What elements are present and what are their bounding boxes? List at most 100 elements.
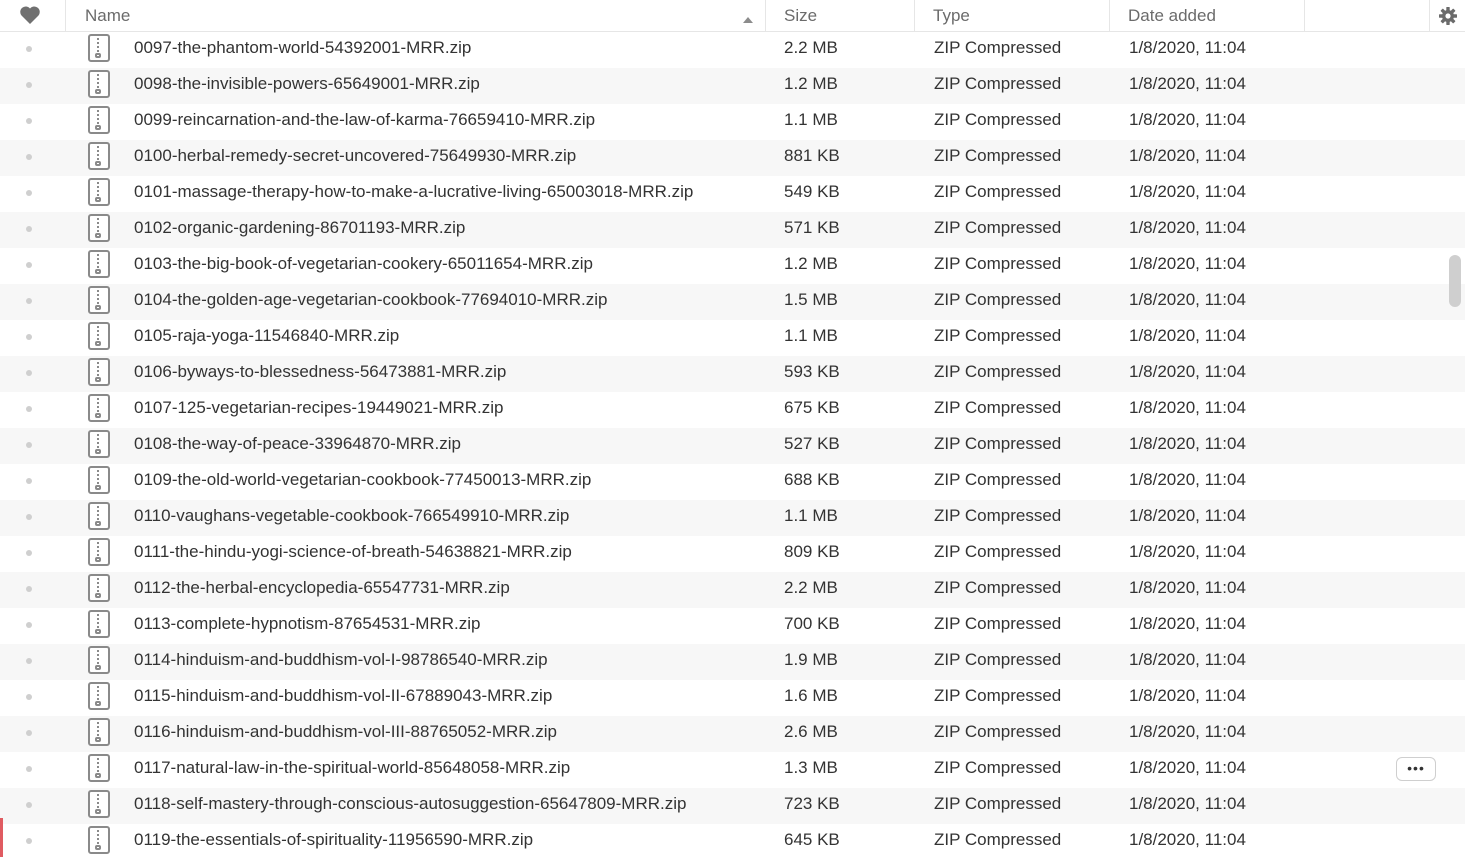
file-row[interactable]: 0100-herbal-remedy-secret-uncovered-7564…: [0, 140, 1465, 176]
gear-icon[interactable]: [1438, 6, 1458, 26]
file-name[interactable]: 0097-the-phantom-world-54392001-MRR.zip: [134, 32, 471, 68]
file-name[interactable]: 0098-the-invisible-powers-65649001-MRR.z…: [134, 68, 480, 104]
file-type: ZIP Compressed: [934, 758, 1062, 777]
file-type: ZIP Compressed: [934, 38, 1062, 57]
file-name[interactable]: 0117-natural-law-in-the-spiritual-world-…: [134, 752, 570, 788]
favorite-toggle-dot[interactable]: [26, 154, 32, 160]
file-name[interactable]: 0115-hinduism-and-buddhism-vol-II-678890…: [134, 680, 552, 716]
file-row[interactable]: 0104-the-golden-age-vegetarian-cookbook-…: [0, 284, 1465, 320]
file-row[interactable]: 0114-hinduism-and-buddhism-vol-I-9878654…: [0, 644, 1465, 680]
date-added-column-header[interactable]: Date added: [1128, 0, 1216, 31]
favorite-toggle-dot[interactable]: [26, 694, 32, 700]
file-name[interactable]: 0110-vaughans-vegetable-cookbook-7665499…: [134, 500, 569, 536]
file-row[interactable]: 0099-reincarnation-and-the-law-of-karma-…: [0, 104, 1465, 140]
file-row[interactable]: 0102-organic-gardening-86701193-MRR.zip 5…: [0, 212, 1465, 248]
file-row[interactable]: 0117-natural-law-in-the-spiritual-world-…: [0, 752, 1465, 788]
file-name[interactable]: 0111-the-hindu-yogi-science-of-breath-54…: [134, 536, 572, 572]
file-row[interactable]: 0112-the-herbal-encyclopedia-65547731-MR…: [0, 572, 1465, 608]
file-name[interactable]: 0114-hinduism-and-buddhism-vol-I-9878654…: [134, 644, 548, 680]
vertical-scrollbar[interactable]: [1449, 255, 1461, 307]
file-row[interactable]: 0115-hinduism-and-buddhism-vol-II-678890…: [0, 680, 1465, 716]
favorite-toggle-dot[interactable]: [26, 622, 32, 628]
file-row[interactable]: 0118-self-mastery-through-conscious-auto…: [0, 788, 1465, 824]
favorite-toggle-dot[interactable]: [26, 514, 32, 520]
column-divider: [1429, 0, 1430, 31]
file-type: ZIP Compressed: [934, 578, 1062, 597]
favorite-toggle-dot[interactable]: [26, 406, 32, 412]
favorite-toggle-dot[interactable]: [26, 46, 32, 52]
file-name[interactable]: 0107-125-vegetarian-recipes-19449021-MRR…: [134, 392, 503, 428]
favorite-toggle-dot[interactable]: [26, 298, 32, 304]
file-row[interactable]: 0110-vaughans-vegetable-cookbook-7665499…: [0, 500, 1465, 536]
file-row[interactable]: 0101-massage-therapy-how-to-make-a-lucra…: [0, 176, 1465, 212]
file-row[interactable]: 0109-the-old-world-vegetarian-cookbook-7…: [0, 464, 1465, 500]
heart-icon[interactable]: [19, 5, 41, 25]
favorite-toggle-dot[interactable]: [26, 226, 32, 232]
file-name[interactable]: 0102-organic-gardening-86701193-MRR.zip: [134, 212, 465, 248]
file-date-added: 1/8/2020, 11:04: [1129, 326, 1246, 345]
column-divider[interactable]: [765, 0, 766, 31]
file-row[interactable]: 0113-complete-hypnotism-87654531-MRR.zip…: [0, 608, 1465, 644]
file-size: 881 KB: [784, 146, 840, 165]
file-name[interactable]: 0118-self-mastery-through-conscious-auto…: [134, 788, 686, 824]
file-name[interactable]: 0103-the-big-book-of-vegetarian-cookery-…: [134, 248, 593, 284]
favorite-toggle-dot[interactable]: [26, 370, 32, 376]
file-name[interactable]: 0105-raja-yoga-11546840-MRR.zip: [134, 320, 399, 356]
file-type: ZIP Compressed: [934, 362, 1062, 381]
favorite-toggle-dot[interactable]: [26, 586, 32, 592]
file-row[interactable]: 0107-125-vegetarian-recipes-19449021-MRR…: [0, 392, 1465, 428]
more-options-button[interactable]: •••: [1396, 757, 1436, 781]
file-name[interactable]: 0100-herbal-remedy-secret-uncovered-7564…: [134, 140, 576, 176]
favorite-toggle-dot[interactable]: [26, 442, 32, 448]
file-row[interactable]: 0097-the-phantom-world-54392001-MRR.zip 2…: [0, 32, 1465, 68]
file-type: ZIP Compressed: [934, 686, 1062, 705]
file-name[interactable]: 0101-massage-therapy-how-to-make-a-lucra…: [134, 176, 693, 212]
file-row[interactable]: 0108-the-way-of-peace-33964870-MRR.zip 52…: [0, 428, 1465, 464]
zip-file-icon: [88, 34, 110, 62]
favorite-toggle-dot[interactable]: [26, 262, 32, 268]
column-divider[interactable]: [65, 0, 66, 31]
sort-ascending-icon[interactable]: [742, 11, 754, 23]
file-name[interactable]: 0119-the-essentials-of-spirituality-1195…: [134, 824, 533, 860]
file-type: ZIP Compressed: [934, 218, 1062, 237]
file-name[interactable]: 0108-the-way-of-peace-33964870-MRR.zip: [134, 428, 461, 464]
file-row[interactable]: 0103-the-big-book-of-vegetarian-cookery-…: [0, 248, 1465, 284]
file-name[interactable]: 0104-the-golden-age-vegetarian-cookbook-…: [134, 284, 607, 320]
column-divider[interactable]: [1109, 0, 1110, 31]
favorite-toggle-dot[interactable]: [26, 658, 32, 664]
name-column-header[interactable]: Name: [85, 0, 130, 31]
file-name[interactable]: 0106-byways-to-blessedness-56473881-MRR.…: [134, 356, 506, 392]
file-row[interactable]: 0111-the-hindu-yogi-science-of-breath-54…: [0, 536, 1465, 572]
file-row[interactable]: 0105-raja-yoga-11546840-MRR.zip 1.1 MB ZIP…: [0, 320, 1465, 356]
file-name[interactable]: 0099-reincarnation-and-the-law-of-karma-…: [134, 104, 595, 140]
favorite-toggle-dot[interactable]: [26, 550, 32, 556]
favorite-toggle-dot[interactable]: [26, 190, 32, 196]
file-row[interactable]: 0106-byways-to-blessedness-56473881-MRR.…: [0, 356, 1465, 392]
file-name[interactable]: 0113-complete-hypnotism-87654531-MRR.zip: [134, 608, 480, 644]
size-column-header[interactable]: Size: [784, 0, 817, 31]
file-name[interactable]: 0112-the-herbal-encyclopedia-65547731-MR…: [134, 572, 510, 608]
file-size: 700 KB: [784, 614, 840, 633]
type-column-header[interactable]: Type: [933, 0, 970, 31]
favorite-toggle-dot[interactable]: [26, 82, 32, 88]
file-row[interactable]: 0119-the-essentials-of-spirituality-1195…: [0, 824, 1465, 860]
file-row[interactable]: 0098-the-invisible-powers-65649001-MRR.z…: [0, 68, 1465, 104]
file-size: 1.5 MB: [784, 290, 838, 309]
file-row[interactable]: 0116-hinduism-and-buddhism-vol-III-88765…: [0, 716, 1465, 752]
file-list-header: Name Size Type Date added: [0, 0, 1465, 32]
column-divider[interactable]: [914, 0, 915, 31]
file-size: 1.1 MB: [784, 326, 838, 345]
favorite-toggle-dot[interactable]: [26, 766, 32, 772]
file-name[interactable]: 0109-the-old-world-vegetarian-cookbook-7…: [134, 464, 591, 500]
file-size: 675 KB: [784, 398, 840, 417]
favorite-toggle-dot[interactable]: [26, 838, 32, 844]
file-size: 1.6 MB: [784, 686, 838, 705]
file-name[interactable]: 0116-hinduism-and-buddhism-vol-III-88765…: [134, 716, 557, 752]
favorite-toggle-dot[interactable]: [26, 730, 32, 736]
favorite-toggle-dot[interactable]: [26, 334, 32, 340]
column-divider[interactable]: [1304, 0, 1305, 31]
favorite-toggle-dot[interactable]: [26, 118, 32, 124]
zip-file-icon: [88, 430, 110, 458]
favorite-toggle-dot[interactable]: [26, 802, 32, 808]
favorite-toggle-dot[interactable]: [26, 478, 32, 484]
